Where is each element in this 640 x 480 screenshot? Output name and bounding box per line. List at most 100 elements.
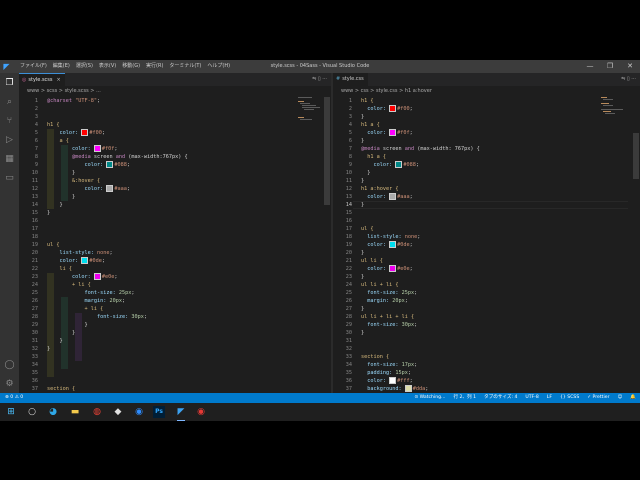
code-token: } (361, 114, 365, 120)
security-icon[interactable]: ◆ (112, 406, 124, 418)
code-token: margin: (47, 298, 110, 304)
color-swatch[interactable] (389, 129, 397, 136)
code-line: h1 a { (361, 153, 386, 161)
status-item[interactable]: LF (547, 393, 552, 403)
restore-button[interactable]: ❐ (600, 60, 620, 73)
code-token: color: (47, 186, 107, 192)
code-line: } (361, 305, 364, 313)
explorer-icon[interactable]: ❐ (4, 78, 15, 89)
code-token: @media (361, 146, 383, 152)
color-swatch[interactable] (389, 193, 397, 200)
minimize-button[interactable]: — (580, 60, 600, 73)
scrollbar-right[interactable] (633, 133, 639, 179)
code-token: color: (47, 162, 107, 168)
zoom-icon[interactable]: ◉ (133, 406, 145, 418)
code-line: &:hover { (47, 177, 100, 185)
code-token: color: (361, 106, 390, 112)
file-explorer-icon[interactable]: ▬ (69, 406, 81, 418)
line-number: 7 (34, 146, 38, 152)
color-swatch[interactable] (389, 241, 397, 248)
search-icon[interactable]: ○ (26, 406, 38, 418)
tab-style-css[interactable]: # style.css (333, 73, 368, 86)
run-debug-icon[interactable]: ▷ (4, 135, 15, 146)
line-number: 13 (345, 194, 352, 200)
windows-start-icon[interactable]: ⊞ (5, 406, 17, 418)
minimap[interactable] (298, 97, 324, 217)
menu-item[interactable]: 実行(R) (143, 60, 166, 73)
editor-actions[interactable]: ⇋ ▯ ··· (312, 73, 327, 86)
code-line: } (361, 113, 364, 121)
line-number: 35 (31, 370, 38, 376)
status-item[interactable]: ⊙ Watching... (414, 393, 445, 403)
code-token: (max-width:767px) { (128, 154, 188, 160)
photoshop-icon[interactable]: Ps (153, 406, 165, 418)
status-item[interactable]: タブのサイズ: 4 (484, 393, 517, 403)
search-icon[interactable]: ⌕ (4, 97, 15, 108)
breadcrumb[interactable]: www > scss > style.scss > ... (27, 87, 101, 96)
status-item[interactable]: {} SCSS (560, 393, 579, 403)
color-swatch[interactable] (81, 129, 89, 136)
status-item[interactable]: 行 2、列 1 (453, 393, 476, 403)
extensions-icon[interactable]: ▦ (4, 154, 15, 165)
breadcrumb[interactable]: www > css > style.css > h1 a:hover (341, 87, 432, 96)
menu-item[interactable]: ターミナル(T) (166, 60, 204, 73)
settings-gear-icon[interactable]: ⚙ (4, 379, 15, 390)
problems-indicator[interactable]: ⊗ 0 ⚠ 0 (5, 393, 23, 403)
color-swatch[interactable] (389, 377, 397, 384)
line-number: 19 (31, 242, 38, 248)
color-swatch[interactable] (395, 161, 403, 168)
color-swatch[interactable] (106, 161, 114, 168)
code-token: #f0f (101, 146, 115, 152)
code-token: ; (101, 258, 105, 264)
color-swatch[interactable] (389, 105, 397, 112)
code-token: font-size: (361, 290, 402, 296)
title-bar: ◤ ファイル(F) 編集(E) 選択(S) 表示(V) 移動(G) 実行(R) ターミナル(… (0, 60, 640, 73)
code-line: } (361, 169, 370, 177)
account-icon[interactable]: ◯ (4, 360, 15, 371)
code-line: h1 { (361, 97, 374, 105)
status-item[interactable]: ✓ Prettier (587, 393, 609, 403)
editor-actions[interactable]: ⇋ ▯ ··· (621, 73, 636, 86)
line-number: 15 (31, 210, 38, 216)
color-swatch[interactable] (93, 145, 101, 152)
code-line: color: #aaa; (47, 185, 130, 193)
menu-item[interactable]: 表示(V) (96, 60, 119, 73)
code-token: #f00 (397, 106, 410, 112)
remote-explorer-icon[interactable]: ▭ (4, 173, 15, 184)
code-token: ; (409, 106, 413, 112)
code-line: margin: 20px; (47, 297, 125, 305)
menu-item[interactable]: 選択(S) (73, 60, 96, 73)
color-swatch[interactable] (81, 257, 89, 264)
code-token: ; (414, 322, 418, 328)
vscode-window: ◤ ファイル(F) 編集(E) 選択(S) 表示(V) 移動(G) 実行(R) ターミナル(… (0, 60, 640, 403)
menu-item[interactable]: 移動(G) (119, 60, 143, 73)
code-token: } (47, 170, 76, 176)
vscode-logo-icon: ◤ (3, 62, 10, 71)
scrollbar-left[interactable] (324, 97, 330, 205)
code-token: "UTF-8" (75, 98, 97, 104)
status-item[interactable]: ☺ (617, 393, 622, 403)
color-swatch[interactable] (93, 273, 101, 280)
code-token: } (47, 210, 51, 216)
minimap[interactable] (601, 97, 627, 217)
color-swatch[interactable] (404, 385, 412, 392)
chrome-icon[interactable]: ◍ (91, 406, 103, 418)
code-line: ul li { (361, 257, 383, 265)
code-token: @media (47, 154, 94, 160)
menu-item[interactable]: 編集(E) (50, 60, 73, 73)
vscode-icon[interactable]: ◤ (175, 406, 187, 421)
code-token: h1 { (361, 98, 374, 104)
menu-item[interactable]: ファイル(F) (17, 60, 50, 73)
recorder-icon[interactable]: ◉ (195, 406, 207, 418)
tab-style-scss[interactable]: ◎ style.scss × (19, 73, 65, 86)
edge-icon[interactable]: ◕ (47, 406, 59, 418)
close-button[interactable]: ✕ (620, 60, 640, 73)
close-tab-icon[interactable]: × (57, 77, 61, 83)
status-item[interactable]: 🔔 (630, 393, 636, 403)
status-item[interactable]: UTF-8 (525, 393, 538, 403)
source-control-icon[interactable]: ⑂ (4, 116, 15, 127)
line-number: 19 (345, 242, 352, 248)
code-line: color: #0de; (47, 257, 105, 265)
color-swatch[interactable] (389, 265, 397, 272)
color-swatch[interactable] (106, 185, 114, 192)
